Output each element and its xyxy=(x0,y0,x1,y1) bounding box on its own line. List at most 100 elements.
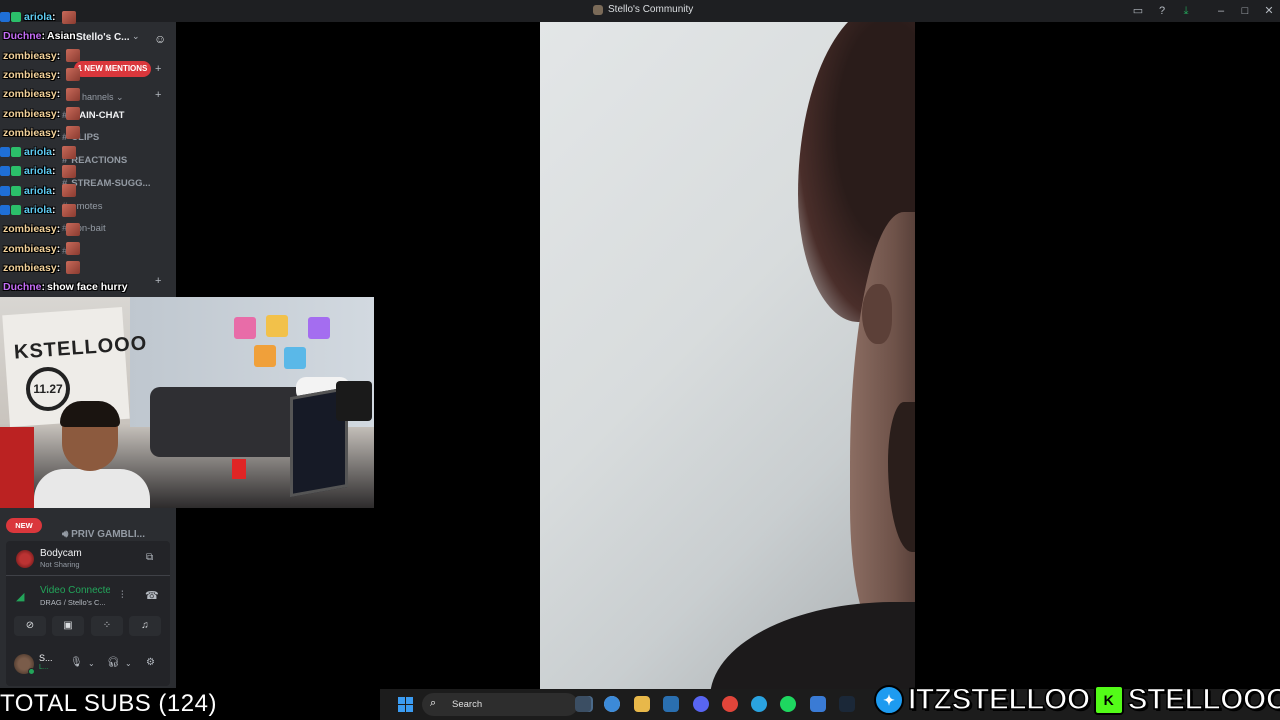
chat-username[interactable]: zombieasy xyxy=(3,223,57,235)
new-mentions-pill[interactable]: 1 NEW MENTIONS xyxy=(74,61,151,77)
emote-icon xyxy=(61,203,76,217)
webcam-person xyxy=(34,401,150,508)
download-icon[interactable]: ⤓ xyxy=(1179,4,1193,18)
chat-message: zombieasy : xyxy=(0,48,81,64)
headphones-icon[interactable]: 🎧︎ xyxy=(107,657,120,668)
bodycam-avatar xyxy=(16,550,34,568)
chat-separator: : xyxy=(56,107,61,120)
screen-share-button[interactable]: ▣ xyxy=(52,616,84,636)
channel-label: REACTIONS xyxy=(71,155,128,166)
camera-off-button[interactable]: ⊘ xyxy=(14,616,46,636)
emote-icon xyxy=(66,107,81,120)
emote-icon xyxy=(66,68,81,82)
disconnect-icon[interactable]: ☎ xyxy=(145,589,159,602)
chat-username[interactable]: ariola xyxy=(24,165,52,177)
category-label: hannels xyxy=(82,92,114,102)
chat-username[interactable]: Duchne xyxy=(3,281,42,293)
person-shirt xyxy=(34,469,150,508)
steam-icon[interactable] xyxy=(839,696,855,712)
chat-separator: : xyxy=(52,184,56,197)
badge-icon xyxy=(0,166,10,177)
taskview-icon[interactable] xyxy=(575,696,591,712)
wall-poster xyxy=(284,347,306,369)
chat-username[interactable]: ariola xyxy=(24,146,52,158)
chat-username[interactable]: zombieasy xyxy=(3,127,57,139)
add-channel-icon-2[interactable]: + xyxy=(155,275,161,287)
webcam-cup xyxy=(232,459,246,479)
social-handles: ✦ ITZSTELLOO K STELLOOO xyxy=(874,682,1280,718)
chevron-down-icon[interactable]: ⌄ xyxy=(132,31,140,42)
wall-poster xyxy=(308,317,330,339)
chevron-down-icon[interactable]: ⌄ xyxy=(88,659,95,668)
edge-icon[interactable] xyxy=(604,696,620,712)
chat-username[interactable]: zombieasy xyxy=(3,262,57,274)
window-titlebar: Stello's Community ▭ ? ⤓ – □ ✕ xyxy=(0,0,1280,22)
badge-icon xyxy=(11,147,21,158)
microphone-icon[interactable]: 🎙︎ xyxy=(70,657,83,668)
stream-screen: Stello's Community ▭ ? ⤓ – □ ✕ Stello's … xyxy=(0,0,1280,720)
discord-icon[interactable] xyxy=(693,696,709,712)
chat-message: zombieasy : xyxy=(0,260,81,276)
wall-poster xyxy=(234,317,256,339)
telegram-icon[interactable] xyxy=(751,696,767,712)
app-icon[interactable] xyxy=(810,696,826,712)
chat-badges xyxy=(0,185,21,196)
emote-icon xyxy=(61,184,76,198)
chat-badges xyxy=(0,166,21,177)
inbox-icon[interactable]: ▭ xyxy=(1131,4,1145,18)
server-icon xyxy=(593,4,603,15)
chat-username[interactable]: zombieasy xyxy=(3,88,57,100)
file-explorer-icon[interactable] xyxy=(634,696,650,712)
close-button[interactable]: ✕ xyxy=(1262,4,1276,18)
window-title: Stello's Community xyxy=(593,4,693,15)
voice-connection-status[interactable]: Video Connected xyxy=(40,585,110,596)
chat-separator: : xyxy=(56,223,61,236)
user-name[interactable]: S... xyxy=(39,653,53,663)
taskbar-search-label: Search xyxy=(452,699,483,710)
chat-username[interactable]: ariola xyxy=(24,204,52,216)
chat-username[interactable]: Duchne xyxy=(3,30,42,42)
help-icon[interactable]: ? xyxy=(1155,4,1169,18)
settings-gear-icon[interactable]: ⚙ xyxy=(146,657,155,668)
chat-separator: : xyxy=(41,281,46,294)
total-subs-counter: TOTAL SUBS (124) xyxy=(0,690,217,717)
voice-channel-path[interactable]: DRAG / Stello's C... xyxy=(40,598,106,607)
chat-username[interactable]: zombieasy xyxy=(3,69,57,81)
noise-suppression-icon[interactable]: ⫶ xyxy=(121,590,124,601)
chat-message: zombieasy : xyxy=(0,125,81,141)
chat-username[interactable]: ariola xyxy=(24,185,52,197)
windows-start-icon[interactable] xyxy=(398,697,413,712)
emote-icon xyxy=(66,49,81,63)
server-name[interactable]: Stello's C... xyxy=(76,32,130,43)
badge-icon xyxy=(11,185,21,196)
channel-priv-gambling[interactable]: 🔊︎ PRIV GAMBLI... xyxy=(62,529,145,540)
add-member-icon[interactable]: ☺ xyxy=(154,32,166,46)
app-icon[interactable] xyxy=(663,696,679,712)
chat-username[interactable]: zombieasy xyxy=(3,50,57,62)
badge-icon xyxy=(0,205,10,215)
plus-icon[interactable]: + xyxy=(155,63,161,75)
channel-label: STREAM-SUGG... xyxy=(71,178,151,189)
chevron-down-icon[interactable]: ⌄ xyxy=(125,659,132,668)
emote-icon xyxy=(66,242,81,256)
chat-username[interactable]: ariola xyxy=(24,11,52,23)
add-channel-icon[interactable]: + xyxy=(155,89,161,101)
minimize-button[interactable]: – xyxy=(1214,4,1228,18)
emote-icon xyxy=(66,261,81,275)
chat-separator: : xyxy=(41,30,46,43)
new-badge[interactable]: NEW xyxy=(6,518,42,533)
soundboard-button[interactable]: ♫ xyxy=(129,616,161,636)
taskbar-search[interactable]: ⌕ Search xyxy=(422,693,578,716)
chat-separator: : xyxy=(56,68,61,81)
activities-button[interactable]: ⁘ xyxy=(91,616,123,636)
signal-icon[interactable]: ◢ xyxy=(16,590,24,603)
spotify-icon[interactable] xyxy=(780,696,796,712)
channel-category[interactable]: hannels ⌄ xyxy=(82,92,124,103)
twitter-handle: ITZSTELLOO xyxy=(907,682,1091,717)
video-shoulder xyxy=(710,602,915,689)
maximize-button[interactable]: □ xyxy=(1238,4,1252,18)
screen-share-icon[interactable]: ⧉ xyxy=(146,552,153,563)
chat-username[interactable]: zombieasy xyxy=(3,108,57,120)
chrome-icon[interactable] xyxy=(722,696,738,712)
chat-username[interactable]: zombieasy xyxy=(3,243,57,255)
